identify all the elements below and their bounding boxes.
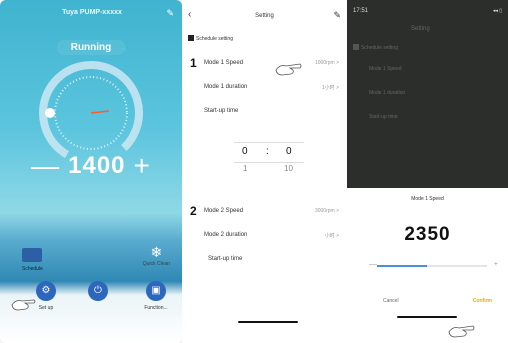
mode2-speed-label[interactable]: Mode 2 Speed (204, 208, 243, 214)
speed-picker-screen: 17:51 ◂◂ ▯ Setting Schedule setting Mode… (347, 0, 508, 343)
quick-clean-label: Quick Clean (142, 261, 170, 267)
speed-sheet: Mode 1 Speed 2350 — + Cancel Confirm (347, 188, 508, 343)
setting-screen: ‹ Setting ✎ Schedule setting 1 Mode 1 Sp… (182, 0, 347, 343)
bg-schedule: Schedule setting (353, 44, 398, 51)
pointing-hand-icon (11, 299, 36, 311)
picker-minute[interactable]: 0 (286, 146, 292, 157)
picker-hour[interactable]: 0 (242, 146, 248, 157)
function-label: Function... (144, 305, 168, 311)
time-picker[interactable]: 0 : 0 1 10 (234, 142, 304, 192)
speed-value: 2350 (404, 224, 451, 245)
decrease-button[interactable]: — (31, 150, 60, 181)
mode1-duration-value[interactable]: 1小时 > (322, 84, 339, 91)
quick-clean-shortcut[interactable]: ❄ Quick Clean (143, 244, 170, 267)
picker-selected-row: 0 : 0 (234, 146, 304, 160)
picker-next-hour[interactable]: 1 (243, 164, 247, 173)
calendar-icon (22, 248, 43, 262)
bg-mode1-duration: Mode 1 duration (369, 90, 406, 96)
schedule-shortcut[interactable]: Schedule (22, 248, 43, 272)
mode2-number: 2 (190, 204, 197, 218)
gauge-needle (90, 110, 110, 114)
edit-icon[interactable]: ✎ (166, 8, 174, 19)
mode1-speed-label[interactable]: Mode 1 Speed (204, 60, 243, 66)
gauge-handle[interactable] (45, 108, 55, 118)
slider-plus-icon[interactable]: + (494, 261, 498, 268)
home-indicator (238, 321, 298, 323)
fan-icon: ❄ (150, 244, 163, 260)
picker-next-minute[interactable]: 10 (284, 164, 293, 173)
mode2-duration-label[interactable]: Mode 2 duration (204, 232, 247, 238)
gear-icon: ⚙ (41, 285, 51, 296)
confirm-button[interactable]: Confirm (473, 298, 492, 304)
schedule-setting-toggle[interactable]: Schedule setting (188, 35, 233, 42)
function-icon: ▣ (151, 285, 161, 296)
increase-button[interactable]: + (134, 150, 151, 181)
setup-button[interactable]: ⚙ (36, 281, 56, 301)
schedule-setting-label: Schedule setting (196, 36, 233, 42)
sheet-title: Mode 1 Speed (411, 196, 444, 202)
mode1-number: 1 (190, 56, 197, 70)
cancel-button[interactable]: Cancel (383, 298, 399, 304)
status-time: 17:51 (353, 8, 369, 14)
bg-startup: Start-up time (369, 114, 398, 120)
bg-mode1-speed: Mode 1 Speed (369, 66, 402, 72)
speed-value: 1400 (68, 152, 126, 179)
setting-header: ‹ Setting ✎ (182, 10, 347, 24)
status-badge: Running (56, 40, 126, 55)
speed-control: — 1400 + (0, 150, 182, 182)
mode2-duration-value[interactable]: 小时 > (325, 232, 339, 239)
mode2-startup-label[interactable]: Start-up time (208, 256, 242, 262)
mode1-duration-label[interactable]: Mode 1 duration (204, 84, 247, 90)
checkbox-icon (188, 35, 194, 41)
page-title: Setting (255, 13, 274, 19)
pointing-hand-icon (448, 325, 475, 338)
mode2-speed-value[interactable]: 3000rpm > (315, 208, 339, 214)
pointing-hand-icon (275, 63, 302, 76)
top-bar: Tuya PUMP-xxxxx ✎ (10, 8, 174, 22)
power-icon: ⏻ (94, 285, 102, 296)
home-screen: Tuya PUMP-xxxxx ✎ Running — 1400 + Schedul… (0, 0, 182, 343)
mode1-speed-value[interactable]: 1000rpm > (315, 60, 339, 66)
function-button[interactable]: ▣ (146, 281, 166, 301)
picker-colon: : (266, 146, 269, 157)
slider-minus-icon[interactable]: — (369, 260, 377, 269)
status-icons: ◂◂ ▯ (492, 8, 502, 14)
power-button[interactable]: ⏻ (88, 281, 108, 301)
schedule-label: Schedule (22, 266, 43, 272)
mode1-startup-label[interactable]: Start-up time (204, 108, 238, 114)
device-name: Tuya PUMP-xxxxx (62, 9, 122, 16)
speed-slider-fill (377, 265, 427, 267)
dimmed-background[interactable]: 17:51 ◂◂ ▯ Setting Schedule setting Mode… (347, 0, 508, 188)
bg-title: Setting (411, 26, 430, 32)
edit-icon[interactable]: ✎ (333, 10, 341, 21)
